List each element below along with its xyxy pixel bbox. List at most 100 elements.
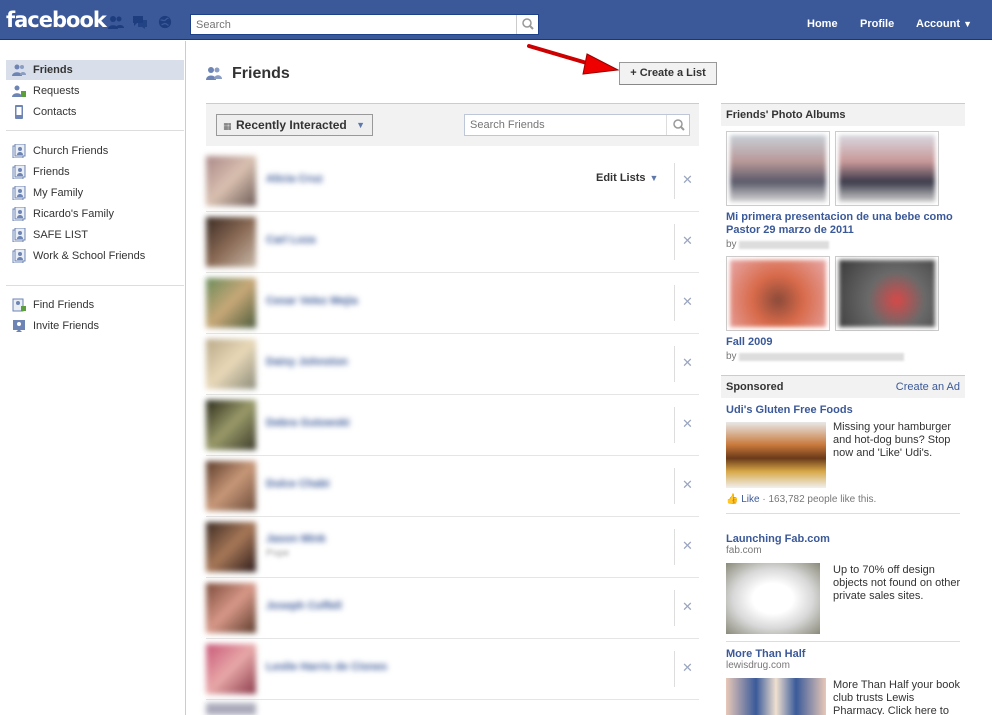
friend-name-link[interactable]: Carl Loza [266,234,316,246]
remove-friend-icon[interactable]: ✕ [682,539,693,553]
friend-name-link[interactable]: Alicia Cruz [266,173,323,185]
divider [674,346,675,382]
friends-filter-bar: ▦ Recently Interacted ▼ [206,103,699,146]
sidebar-item-contacts[interactable]: Contacts [6,102,184,122]
friends-icon [12,64,26,76]
sidebar-item-label: Work & School Friends [33,250,146,262]
sidebar-item-label: Friends [33,166,70,178]
friend-row: Joseph Coffell ✕ [206,578,699,639]
friend-row: Alicia Cruz Edit Lists ▼ ✕ [206,151,699,212]
friend-row: Daisy Johnston ✕ [206,334,699,395]
album-photo[interactable] [835,131,939,206]
facebook-logo[interactable]: facebook [6,8,107,32]
friend-avatar[interactable] [206,339,256,389]
sidebar-item-friends-list[interactable]: Friends [6,162,184,182]
sidebar-item-friends[interactable]: Friends [6,60,184,80]
ad-title-link[interactable]: Launching Fab.com [726,521,960,545]
like-link[interactable]: Like [741,494,759,505]
list-icon [12,249,26,263]
album-photo[interactable] [726,131,830,206]
sidebar-item-invite-friends[interactable]: Invite Friends [6,316,184,336]
remove-friend-icon[interactable]: ✕ [682,234,693,248]
remove-friend-icon[interactable]: ✕ [682,173,693,187]
friend-name-link[interactable]: Joseph Coffell [266,600,342,612]
friend-name-link[interactable]: Jason Mink [266,533,326,545]
create-list-button[interactable]: + Create a List [619,62,717,85]
ad-title-link[interactable]: More Than Half [726,642,960,660]
friend-avatar[interactable] [206,583,256,633]
ad-image-people[interactable] [726,678,826,715]
divider [674,224,675,260]
create-ad-link[interactable]: Create an Ad [896,376,960,398]
sidebar-item-requests[interactable]: Requests [6,81,184,101]
list-icon [12,165,26,179]
friend-avatar[interactable] [206,278,256,328]
friend-avatar[interactable] [206,522,256,572]
album-title-link[interactable]: Mi primera presentacion de una bebe como… [721,211,965,237]
album-author-blurred[interactable] [739,240,830,249]
ad-body: More Than Half your book club trusts Lew… [833,679,960,715]
friend-requests-icon[interactable] [108,15,124,29]
right-column: Friends' Photo Albums Mi primera present… [721,103,965,715]
remove-friend-icon[interactable]: ✕ [682,295,693,309]
sidebar-item-label: Friends [33,64,73,76]
sidebar-item-ricardos-family[interactable]: Ricardo's Family [6,204,184,224]
search-button[interactable] [516,15,538,34]
nav-account[interactable]: Account ▼ [916,18,972,30]
sidebar-item-safe-list[interactable]: SAFE LIST [6,225,184,245]
sidebar-divider [6,130,184,131]
sponsored-header: Sponsored Create an Ad [721,375,965,399]
messages-icon[interactable] [132,15,148,29]
grid-icon: ▦ [223,121,232,131]
friend-name-link[interactable]: Daisy Johnston [266,356,348,368]
left-sidebar: Friends Requests Contacts Church Friends… [0,41,186,715]
search-friends-input[interactable] [465,115,665,135]
search-friends-button[interactable] [666,115,689,135]
friend-avatar[interactable] [206,400,256,450]
ad-body: Up to 70% off design objects not found o… [833,564,961,603]
friend-subtitle: Pope [266,548,290,559]
friend-name-link[interactable]: Debra Gutowski [266,417,350,429]
sidebar-item-church-friends[interactable]: Church Friends [6,141,184,161]
remove-friend-icon[interactable]: ✕ [682,417,693,431]
remove-friend-icon[interactable]: ✕ [682,356,693,370]
search-bar[interactable] [190,14,539,35]
friend-avatar[interactable] [206,461,256,511]
friend-name-link[interactable]: Dulce Chabi [266,478,330,490]
remove-friend-icon[interactable]: ✕ [682,478,693,492]
search-friends-box[interactable] [464,114,690,136]
sidebar-item-my-family[interactable]: My Family [6,183,184,203]
find-friends-icon [12,298,26,312]
album-thumbs [721,256,965,336]
filter-dropdown[interactable]: ▦ Recently Interacted ▼ [216,114,373,136]
nav-home[interactable]: Home [807,18,838,30]
sidebar-item-label: Contacts [33,106,77,118]
friend-avatar[interactable] [206,217,256,267]
divider [674,529,675,565]
ad-image-burger[interactable] [726,422,826,489]
ad-body: Missing your hamburger and hot-dog buns?… [833,421,951,460]
album-author-blurred[interactable] [739,352,905,361]
filter-label: Recently Interacted [236,118,347,132]
album-photo[interactable] [726,256,830,332]
friend-name-link[interactable]: Cesar Velez Mejia [266,295,358,307]
sidebar-item-find-friends[interactable]: Find Friends [6,295,184,315]
notifications-icon[interactable] [157,15,173,29]
friend-avatar[interactable] [206,156,256,206]
remove-friend-icon[interactable]: ✕ [682,661,693,675]
divider [674,651,675,687]
album-title-link[interactable]: Fall 2009 [721,336,965,349]
remove-friend-icon[interactable]: ✕ [682,600,693,614]
sidebar-item-work-school-friends[interactable]: Work & School Friends [6,246,184,266]
ad-title-link[interactable]: Udi's Gluten Free Foods [726,398,960,416]
ad-image-elephant[interactable] [726,563,820,635]
like-count: · 163,782 people like this. [762,494,877,506]
album-photo[interactable] [835,256,939,332]
search-input[interactable] [191,15,511,34]
friends-icon [206,67,222,80]
edit-lists-button[interactable]: Edit Lists ▼ [596,172,658,184]
list-icon [12,207,26,221]
friend-name-link[interactable]: Leslie Harris de Cisnes [266,661,387,673]
friend-avatar[interactable] [206,644,256,694]
nav-profile[interactable]: Profile [860,18,894,30]
